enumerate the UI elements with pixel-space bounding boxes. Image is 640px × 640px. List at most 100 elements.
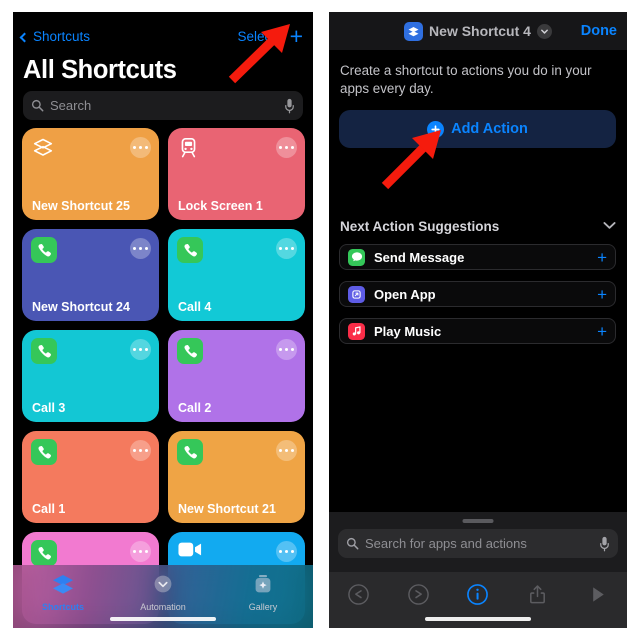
play-icon: [592, 587, 604, 602]
shortcuts-stack-icon: [53, 575, 73, 594]
redo-icon: [408, 584, 429, 605]
tab-shortcuts-label: Shortcuts: [41, 602, 84, 612]
next-action-suggestions-title: Next Action Suggestions: [340, 218, 500, 234]
automation-clock-icon: [154, 575, 172, 593]
shortcut-more-button[interactable]: [276, 541, 297, 562]
shortcuts-stack-icon: [32, 137, 54, 159]
search-input[interactable]: Search: [23, 91, 303, 120]
suggestion-row[interactable]: Open App +: [339, 281, 616, 307]
chevron-left-icon: [19, 32, 30, 42]
tab-shortcuts[interactable]: Shortcuts: [13, 573, 113, 612]
sheet-grabber[interactable]: [462, 519, 494, 523]
suggestion-label: Send Message: [374, 249, 465, 265]
back-button[interactable]: Shortcuts: [19, 26, 91, 48]
suggestion-label: Play Music: [374, 323, 442, 339]
shortcut-tile-label: Lock Screen 1: [178, 199, 263, 213]
info-icon: [467, 584, 489, 605]
chevron-down-icon[interactable]: [536, 23, 552, 39]
play-button[interactable]: [567, 583, 627, 606]
tab-bar: Shortcuts Automation Gallery: [13, 565, 313, 628]
tab-gallery-label: Gallery: [248, 602, 278, 612]
info-button[interactable]: [448, 583, 508, 606]
navigation-bar: Shortcuts Select +: [13, 25, 313, 48]
share-icon: [530, 585, 546, 604]
home-indicator: [110, 616, 216, 621]
shortcut-more-button[interactable]: [276, 137, 297, 158]
shortcut-more-button[interactable]: [130, 238, 151, 259]
shortcut-more-button[interactable]: [130, 541, 151, 562]
search-placeholder: Search: [50, 98, 92, 113]
microphone-icon[interactable]: [599, 536, 610, 552]
shortcut-tile[interactable]: New Shortcut 25: [22, 128, 159, 220]
share-button[interactable]: [508, 583, 568, 606]
train-icon: [178, 137, 200, 159]
phone-icon: [31, 237, 57, 263]
gallery-icon: [255, 575, 271, 593]
shortcut-more-button[interactable]: [130, 339, 151, 360]
undo-button[interactable]: [329, 583, 389, 606]
shortcut-tile-label: New Shortcut 25: [32, 199, 130, 213]
shortcut-tile[interactable]: Call 2: [168, 330, 305, 422]
shortcut-more-button[interactable]: [130, 137, 151, 158]
shortcut-more-button[interactable]: [130, 440, 151, 461]
shortcut-more-button[interactable]: [276, 238, 297, 259]
shortcut-tile-label: Call 3: [32, 401, 66, 415]
tab-automation-label: Automation: [140, 602, 186, 612]
microphone-icon[interactable]: [284, 98, 295, 114]
suggestions-list: Send Message + Open App + Play Music +: [339, 244, 616, 355]
done-button[interactable]: Done: [581, 12, 617, 50]
messages-icon: [348, 248, 365, 266]
open-app-icon: [348, 285, 365, 303]
shortcuts-grid: New Shortcut 25 Lock Screen 1 New Shortcut…: [22, 128, 305, 624]
shortcuts-list-screen: Shortcuts Select + All Shortcuts Search …: [13, 12, 313, 628]
shortcut-tile-label: Call 1: [32, 502, 66, 516]
shortcut-tile-label: Call 2: [178, 401, 212, 415]
suggestion-row[interactable]: Play Music +: [339, 318, 616, 344]
shortcut-editor-screen: New Shortcut 4 Done Create a shortcut to…: [329, 12, 627, 628]
plus-icon[interactable]: +: [290, 25, 303, 48]
plus-circle-icon: [427, 120, 445, 138]
phone-icon: [31, 338, 57, 364]
phone-icon: [31, 439, 57, 465]
add-action-label: Add Action: [451, 121, 528, 137]
shortcut-tile[interactable]: New Shortcut 21: [168, 431, 305, 523]
action-search-input[interactable]: Search for apps and actions: [338, 529, 618, 558]
next-action-suggestions-header[interactable]: Next Action Suggestions: [340, 217, 617, 235]
add-action-button[interactable]: Add Action: [339, 110, 616, 148]
shortcut-tile[interactable]: Call 4: [168, 229, 305, 321]
shortcut-tile[interactable]: New Shortcut 24: [22, 229, 159, 321]
shortcut-tile[interactable]: Call 1: [22, 431, 159, 523]
shortcut-title-button[interactable]: New Shortcut 4: [404, 21, 552, 41]
plus-icon[interactable]: +: [597, 249, 607, 266]
shortcut-tile-label: New Shortcut 24: [32, 300, 130, 314]
tab-gallery[interactable]: Gallery: [213, 573, 313, 612]
shortcuts-stack-icon: [404, 21, 424, 41]
redo-button[interactable]: [389, 583, 449, 606]
music-note-icon: [348, 322, 365, 340]
suggestion-label: Open App: [374, 286, 436, 302]
facetime-video-icon: [178, 541, 202, 563]
select-button[interactable]: Select: [237, 26, 275, 48]
phone-icon: [177, 237, 203, 263]
editor-header: New Shortcut 4 Done: [329, 12, 627, 50]
shortcut-more-button[interactable]: [276, 440, 297, 461]
plus-icon[interactable]: +: [597, 286, 607, 303]
shortcut-tile[interactable]: Lock Screen 1: [168, 128, 305, 220]
editor-description: Create a shortcut to actions you do in y…: [340, 63, 592, 96]
tab-automation[interactable]: Automation: [113, 573, 213, 612]
shortcut-tile[interactable]: Call 3: [22, 330, 159, 422]
suggestion-row[interactable]: Send Message +: [339, 244, 616, 270]
shortcut-title: New Shortcut 4: [429, 23, 531, 39]
shortcut-tile-label: Call 4: [178, 300, 212, 314]
back-button-label: Shortcuts: [33, 29, 91, 44]
action-search-placeholder: Search for apps and actions: [365, 536, 527, 551]
phone-icon: [31, 540, 57, 566]
plus-icon[interactable]: +: [597, 323, 607, 340]
undo-icon: [348, 584, 370, 605]
chevron-down-icon[interactable]: [602, 217, 617, 235]
search-icon: [346, 537, 359, 550]
search-icon: [31, 99, 44, 112]
shortcut-tile-label: New Shortcut 21: [178, 502, 276, 516]
shortcut-more-button[interactable]: [276, 339, 297, 360]
phone-icon: [177, 439, 203, 465]
